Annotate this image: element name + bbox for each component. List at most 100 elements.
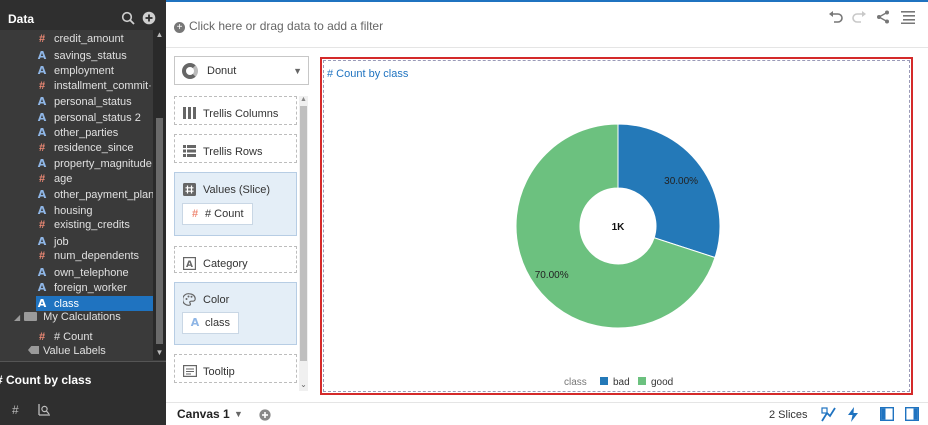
viz-name: # Count by class — [0, 373, 92, 387]
value-labels-label: Value Labels — [43, 345, 106, 357]
tree-item-label: property_magnitude — [54, 158, 152, 170]
auto-apply-icon[interactable] — [821, 407, 836, 425]
calc-item-label: # Count — [54, 331, 93, 343]
drop-label: Category — [203, 258, 248, 270]
tree-item[interactable]: Aforeign_worker — [36, 280, 153, 295]
chip-label: # Count — [205, 208, 244, 220]
tree-folder-my-calculations[interactable]: ◢ My Calculations — [14, 310, 153, 325]
tree-item[interactable]: Aown_telephone — [36, 265, 153, 280]
legend-item-bad[interactable]: bad — [613, 377, 630, 388]
tree-item[interactable]: # credit_amount — [36, 32, 153, 47]
palette-icon — [182, 293, 196, 309]
data-tree: # credit_amount Asavings_status Aemployment… — [0, 30, 153, 360]
tree-item[interactable]: Aemployment — [36, 63, 153, 78]
grammar-scrollbar[interactable]: ▲ ⌄ — [299, 96, 308, 391]
values-chip[interactable]: # # Count — [182, 203, 253, 225]
drop-color[interactable]: Color Aclass — [174, 282, 297, 345]
add-data-icon[interactable] — [142, 11, 156, 25]
right-panel-toggle-icon[interactable] — [904, 406, 920, 424]
collapse-triangle-icon[interactable]: ◢ — [14, 313, 20, 322]
add-filter-icon[interactable]: + — [174, 22, 185, 33]
tree-item-label: existing_credits — [54, 219, 130, 231]
tree-item[interactable]: # residence_since — [36, 141, 153, 156]
tree-item[interactable]: # num_dependents — [36, 249, 153, 264]
tree-item[interactable]: # existing_credits — [36, 218, 153, 233]
attribute-icon: A — [37, 234, 47, 248]
refresh-lightning-icon[interactable] — [847, 407, 859, 425]
tree-item[interactable]: # age — [36, 172, 153, 187]
share-icon[interactable] — [876, 10, 890, 27]
chevron-down-icon[interactable]: ▼ — [293, 66, 302, 76]
tag-icon — [28, 346, 39, 354]
drop-label: Trellis Rows — [203, 146, 263, 158]
tree-item-label: job — [54, 235, 69, 248]
attribute-icon: A — [190, 316, 200, 329]
filter-bar[interactable]: + Click here or drag data to add a filter — [166, 0, 928, 48]
legend-swatch-good[interactable] — [638, 377, 646, 385]
tree-item[interactable]: Apersonal_status 2 — [36, 110, 153, 125]
drop-trellis-columns[interactable]: Trellis Columns — [174, 96, 297, 125]
tree-item-label: own_telephone — [54, 266, 129, 279]
tree-item-label: installment_commit··· — [54, 79, 153, 92]
canvas-tab-menu-icon[interactable]: ▼ — [234, 409, 243, 419]
tree-item-label: residence_since — [54, 141, 134, 154]
tree-item-label: age — [54, 172, 73, 185]
tree-item-label: class — [54, 297, 80, 310]
redo-icon[interactable] — [852, 10, 867, 27]
tree-item[interactable]: Aother_parties — [36, 125, 153, 140]
donut-chart[interactable]: 30.00% 70.00% 1K class bad good — [324, 61, 911, 393]
menu-icon[interactable] — [901, 10, 915, 27]
data-panel: Data # credit_amount Asavings_status Aemplo… — [0, 0, 166, 425]
tree-item-value-labels[interactable]: Value Labels — [28, 344, 153, 359]
tree-item[interactable]: Ajob — [36, 234, 153, 249]
add-canvas-icon[interactable] — [259, 409, 271, 424]
bottom-bar: Canvas 1 ▼ 2 Slices — [166, 402, 928, 425]
attribute-icon: A — [37, 95, 47, 108]
tree-item[interactable]: Aclass — [36, 295, 153, 311]
drop-label: Tooltip — [203, 366, 235, 378]
attribute-icon: A — [37, 48, 47, 62]
data-panel-scrollbar[interactable]: ▲ ▼ — [153, 30, 166, 360]
drop-category[interactable]: A Category — [174, 246, 297, 273]
viz-type-dropdown[interactable]: Donut ▼ — [174, 56, 309, 85]
drop-values-slice[interactable]: Values (Slice) # # Count — [174, 172, 297, 236]
tree-item-label: savings_status — [54, 49, 127, 62]
tree-item[interactable]: Aother_payment_plans — [36, 187, 153, 202]
tree-item[interactable]: Apersonal_status — [36, 94, 153, 109]
tooltip-icon — [183, 365, 198, 380]
hash-icon[interactable]: # — [12, 403, 19, 417]
scroll-up-icon[interactable]: ▲ — [153, 30, 166, 40]
scroll-up-icon[interactable]: ▲ — [299, 96, 308, 103]
attribute-icon: A — [37, 281, 47, 294]
color-chip[interactable]: Aclass — [182, 312, 240, 334]
analytics-icon[interactable] — [38, 403, 51, 419]
viz-properties-panel: # Count by class # — [0, 361, 166, 425]
scroll-thumb[interactable] — [156, 118, 163, 344]
drop-label: Trellis Columns — [203, 108, 279, 120]
search-icon[interactable] — [121, 11, 135, 25]
drop-label: Values (Slice) — [203, 184, 271, 196]
legend-swatch-bad[interactable] — [600, 377, 608, 385]
legend-item-good[interactable]: good — [651, 377, 673, 388]
drop-tooltip[interactable]: Tooltip — [174, 354, 297, 383]
viz-type-label: Donut — [207, 65, 237, 77]
add-filter-prompt[interactable]: + Click here or drag data to add a filter — [174, 19, 383, 33]
number-icon: # — [38, 33, 46, 45]
tree-item-count[interactable]: # # Count — [36, 330, 153, 345]
undo-icon[interactable] — [828, 10, 843, 27]
tree-item[interactable]: Aproperty_magnitude — [36, 156, 153, 171]
grammar-panel: Donut ▼ Trellis Columns Trellis Rows Val… — [166, 48, 314, 394]
left-panel-toggle-icon[interactable] — [879, 406, 895, 424]
scroll-thumb[interactable] — [300, 106, 307, 361]
tree-item[interactable]: # installment_commit··· — [36, 79, 153, 94]
tree-item[interactable]: Asavings_status — [36, 48, 153, 63]
donut-slice-bad[interactable] — [617, 123, 721, 259]
scroll-down-icon[interactable]: ⌄ — [299, 380, 308, 389]
chart-container[interactable]: # Count by class 30.00% 70.00% 1K class bad g… — [320, 57, 913, 395]
tree-item-label: employment — [54, 65, 114, 77]
tree-item[interactable]: Ahousing — [36, 203, 153, 218]
scroll-down-icon[interactable]: ▼ — [153, 348, 166, 358]
filter-placeholder: Click here or drag data to add a filter — [189, 19, 384, 33]
canvas-tab[interactable]: Canvas 1 — [177, 407, 230, 421]
drop-trellis-rows[interactable]: Trellis Rows — [174, 134, 297, 163]
